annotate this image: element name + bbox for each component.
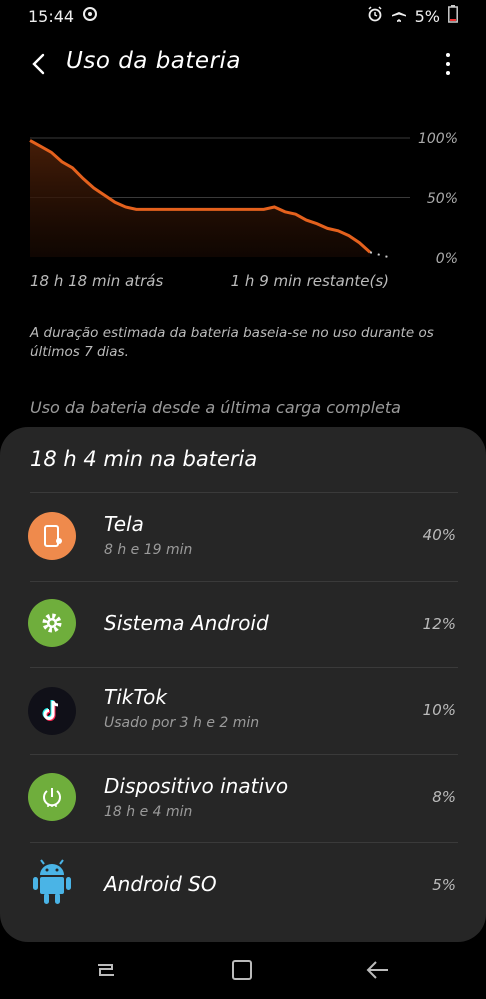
usage-item-sistema-android[interactable]: Sistema Android 12% [0,581,486,667]
usage-item-name: Tela [104,512,144,536]
x-start-label: 18 h 18 min atrás [30,272,164,290]
chart-area-fill [30,140,370,257]
usage-item-name: Android SO [104,872,217,896]
usage-sheet: 18 h 4 min na bateria Tela 8 h e 19 min … [0,427,486,942]
usage-item-sub: 8 h e 19 min [104,542,193,558]
usage-item-pct: 5% [432,876,456,894]
usage-item-pct: 40% [422,526,456,544]
app-bar: Uso da bateria [0,40,486,88]
status-time: 15:44 [28,6,75,26]
sync-icon [82,6,98,26]
usage-item-pct: 8% [432,788,456,806]
chart-projection-line [369,251,389,258]
screen-icon [28,512,76,560]
usage-item-name: Sistema Android [104,611,269,635]
usage-item-dispositivo-inativo[interactable]: Dispositivo inativo 18 h e 4 min 8% [0,754,486,840]
back-icon[interactable] [364,956,392,984]
usage-item-tiktok[interactable]: TikTok Usado por 3 h e 2 min 10% [0,667,486,753]
x-end-label: 1 h 9 min restante(s) [230,272,389,290]
battery-percentage: 5% [414,6,440,26]
power-icon [28,773,76,821]
status-bar: 15:44 5% [0,0,486,32]
gear-icon [28,599,76,647]
usage-item-pct: 10% [422,701,456,719]
usage-item-sub: Usado por 3 h e 2 min [104,715,260,731]
y-tick-50: 50% [426,191,458,207]
more-options-icon[interactable] [440,50,456,78]
home-icon[interactable] [228,956,256,984]
usage-item-tela[interactable]: Tela 8 h e 19 min 40% [0,492,486,578]
estimate-description: A duração estimada da bateria baseia-se … [30,325,434,360]
back-arrow-icon[interactable] [26,50,54,78]
page-title: Uso da bateria [66,48,242,74]
usage-item-sub: 18 h e 4 min [104,804,193,820]
usage-item-android-so[interactable]: Android SO 5% [0,842,486,928]
section-title: Uso da bateria desde a última carga comp… [30,398,401,417]
recent-apps-icon[interactable] [92,956,120,984]
airplane-mode-icon [391,6,407,26]
usage-item-name: Dispositivo inativo [104,774,289,798]
navigation-bar [0,940,486,999]
tiktok-icon [28,687,76,735]
usage-item-name: TikTok [104,685,167,709]
y-tick-0: 0% [435,251,458,267]
y-tick-100: 100% [417,131,458,147]
status-left: 15:44 [28,6,98,26]
status-right: 5% [367,5,458,27]
android-icon [28,858,76,906]
usage-item-pct: 12% [422,615,456,633]
alarm-icon [367,6,383,26]
sheet-title: 18 h 4 min na bateria [30,447,258,471]
battery-icon [448,5,458,27]
